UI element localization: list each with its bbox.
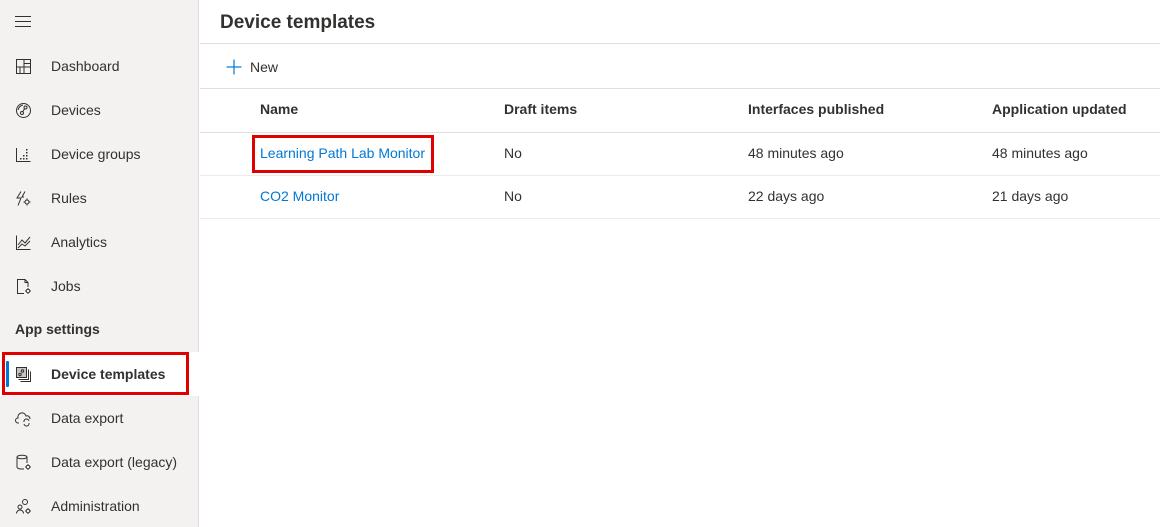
sidebar-item-label: Devices <box>51 102 101 118</box>
column-header-name[interactable]: Name <box>260 101 298 117</box>
device-groups-icon <box>16 148 31 162</box>
sidebar-item-data-export-legacy[interactable]: Data export (legacy) <box>0 440 199 484</box>
row-divider <box>200 175 1160 176</box>
new-button-label: New <box>250 59 279 75</box>
sidebar-item-jobs[interactable]: Jobs <box>0 264 199 308</box>
selected-indicator <box>6 361 9 387</box>
sidebar-item-label: Data export (legacy) <box>51 454 178 470</box>
row-divider <box>200 218 1160 219</box>
draft-items-cell: No <box>504 145 522 161</box>
sidebar-item-label: Administration <box>51 498 140 514</box>
analytics-icon <box>16 235 31 250</box>
interfaces-published-cell: 22 days ago <box>748 188 825 204</box>
sidebar-item-label: Rules <box>51 190 87 206</box>
sidebar: Dashboard Devices Device groups Rules An… <box>0 0 199 527</box>
plus-icon <box>226 59 242 75</box>
jobs-icon <box>17 279 31 294</box>
toolbar-divider <box>200 88 1160 89</box>
application-updated-cell: 48 minutes ago <box>992 145 1088 161</box>
sidebar-item-analytics[interactable]: Analytics <box>0 220 199 264</box>
devices-icon <box>16 103 31 118</box>
sidebar-item-label: Data export <box>51 410 124 426</box>
application-updated-cell: 21 days ago <box>992 188 1069 204</box>
draft-items-cell: No <box>504 188 522 204</box>
sidebar-item-device-groups[interactable]: Device groups <box>0 132 199 176</box>
administration-icon <box>16 499 31 514</box>
page-title: Device templates <box>220 12 376 33</box>
device-templates-icon <box>16 367 31 382</box>
sidebar-item-label: Device templates <box>51 366 166 382</box>
data-export-icon <box>15 412 31 427</box>
sidebar-item-label: Dashboard <box>51 58 120 74</box>
rules-icon <box>16 191 31 206</box>
sidebar-item-device-templates[interactable]: Device templates <box>0 352 199 396</box>
header-divider <box>200 132 1160 133</box>
sidebar-item-data-export[interactable]: Data export <box>0 396 199 440</box>
template-name-link[interactable]: CO2 Monitor <box>260 188 339 204</box>
title-divider <box>200 43 1160 44</box>
sidebar-item-administration[interactable]: Administration <box>0 484 199 527</box>
dashboard-icon <box>16 59 31 74</box>
sidebar-item-devices[interactable]: Devices <box>0 88 199 132</box>
hamburger-icon[interactable] <box>15 16 31 28</box>
new-button[interactable]: New <box>226 56 278 78</box>
template-name-link[interactable]: Learning Path Lab Monitor <box>260 145 425 161</box>
sidebar-item-label: Analytics <box>51 234 108 250</box>
sidebar-item-dashboard[interactable]: Dashboard <box>0 44 199 88</box>
interfaces-published-cell: 48 minutes ago <box>748 145 844 161</box>
main-content: Device templates New Name Draft items In… <box>200 0 1160 527</box>
data-export-legacy-icon <box>16 454 31 470</box>
sidebar-item-label: Jobs <box>51 278 81 294</box>
column-header-interfaces-published[interactable]: Interfaces published <box>748 101 884 117</box>
sidebar-item-label: Device groups <box>51 146 141 162</box>
section-header-app-settings: App settings <box>15 321 100 337</box>
column-header-draft-items[interactable]: Draft items <box>504 101 577 117</box>
column-header-application-updated[interactable]: Application updated <box>992 101 1127 117</box>
sidebar-item-rules[interactable]: Rules <box>0 176 199 220</box>
